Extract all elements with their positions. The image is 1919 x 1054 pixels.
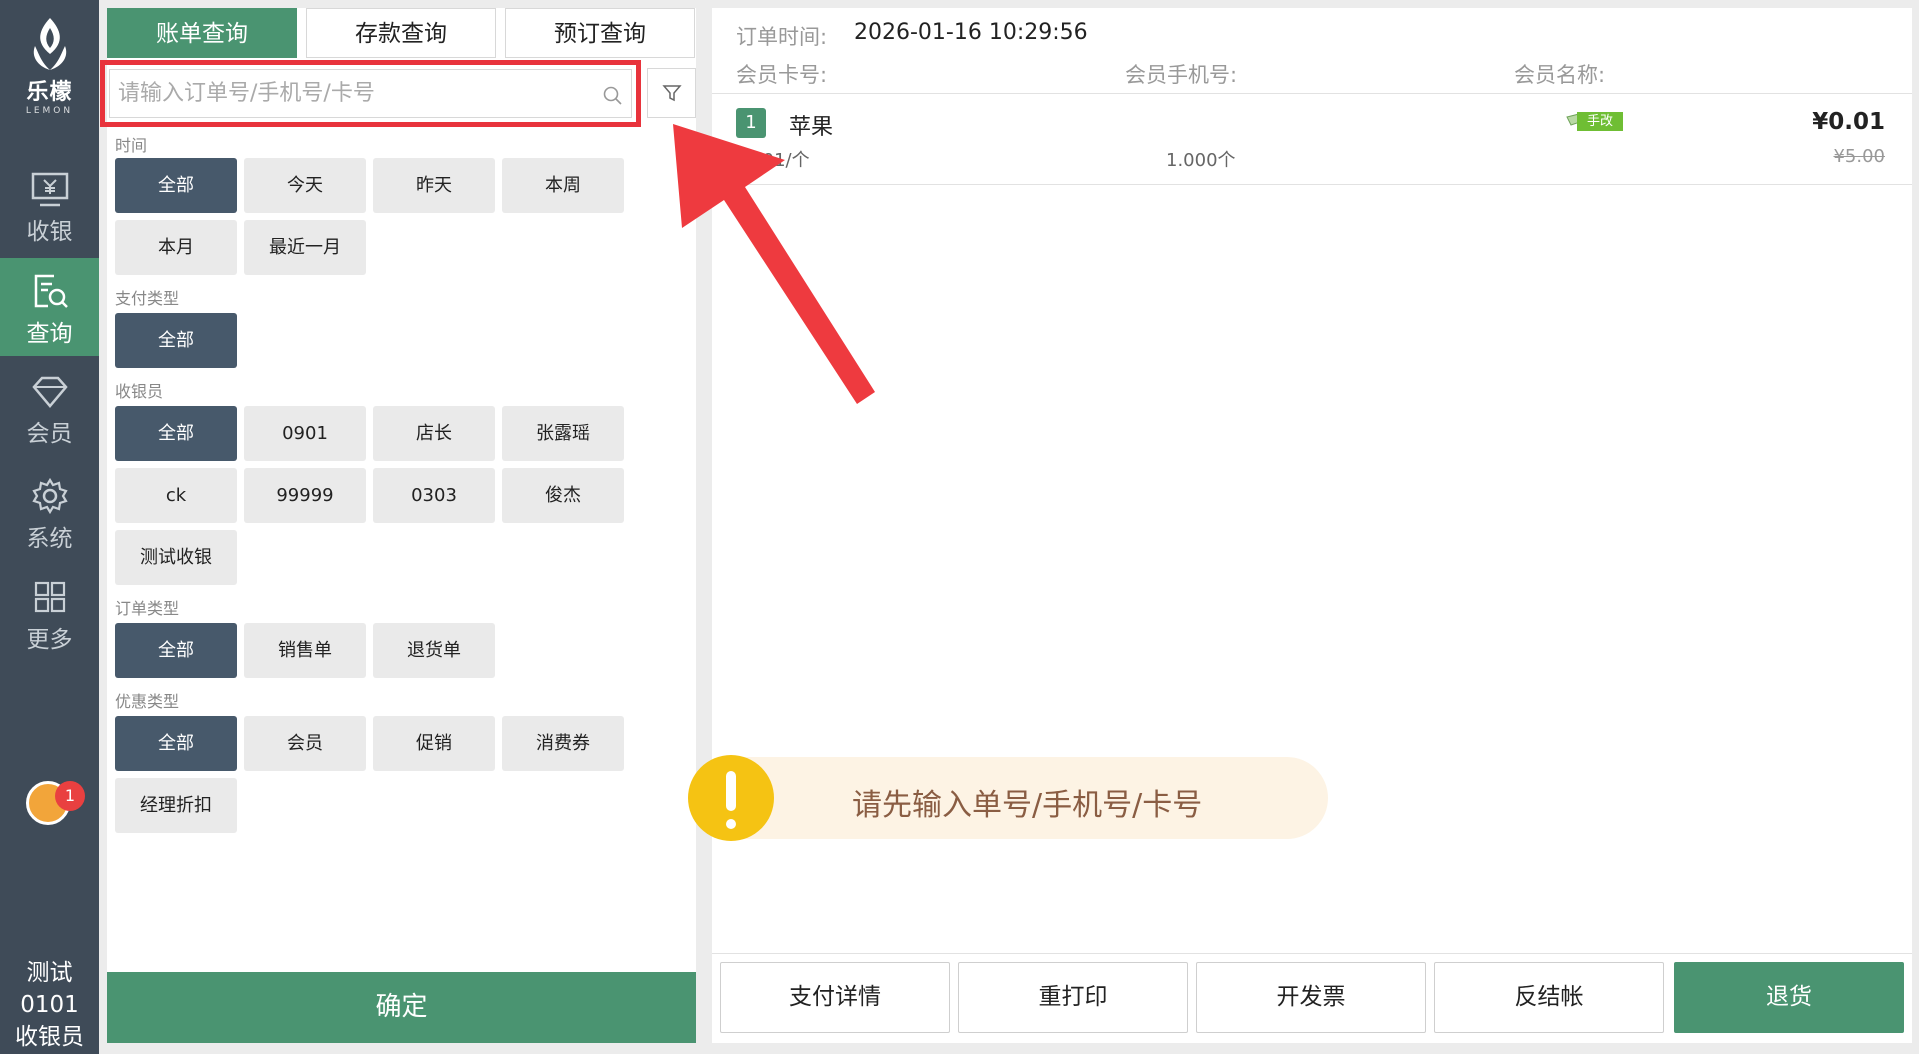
manual-edit-tag: 手改	[1565, 110, 1623, 132]
pay-type-option[interactable]: 全部	[115, 313, 237, 368]
brand-sub: LEMON	[25, 106, 74, 116]
filter-panel: 账单查询 存款查询 预订查询 时间 全部 今天 昨天 本周 本月 最近一月 支付…	[100, 8, 696, 1043]
nav-query[interactable]: 查询	[0, 258, 99, 356]
query-document-icon	[34, 274, 68, 308]
order-time-label: 订单时间:	[736, 25, 828, 49]
tab-bill-query[interactable]: 账单查询	[107, 8, 297, 58]
notification-badge: 1	[55, 781, 85, 811]
search-highlight-box	[100, 60, 641, 127]
nav-member-label: 会员	[26, 421, 73, 447]
search-field	[109, 69, 632, 118]
nav-system[interactable]: 系统	[0, 463, 99, 561]
reprint-button[interactable]: 重打印	[958, 962, 1188, 1033]
time-option[interactable]: 本周	[502, 158, 624, 213]
manual-edit-label: 手改	[1577, 112, 1623, 131]
section-order-type-label: 订单类型	[115, 599, 180, 618]
search-input[interactable]	[118, 70, 588, 117]
discount-type-option[interactable]: 消费券	[502, 716, 624, 771]
item-index: 1	[736, 108, 766, 138]
tab-reservation-query[interactable]: 预订查询	[505, 8, 695, 58]
warning-toast-message: 请先输入单号/手机号/卡号	[852, 788, 1203, 823]
filter-button[interactable]	[647, 68, 696, 118]
item-unit-price: ¥0.01/个	[734, 150, 810, 171]
item-original-price: ¥5.00	[1833, 146, 1885, 167]
section-time-label: 时间	[115, 136, 148, 155]
user-role: 收银员	[15, 1024, 84, 1050]
item-quantity: 1.000个	[1166, 150, 1236, 171]
user-info: 测试0101 收银员	[0, 957, 99, 1053]
member-name-label: 会员名称:	[1514, 63, 1606, 87]
nav-member[interactable]: 会员	[0, 360, 99, 458]
time-option[interactable]: 全部	[115, 158, 237, 213]
cashier-option[interactable]: 张露瑶	[502, 406, 624, 461]
search-icon[interactable]	[603, 86, 623, 106]
brand-logo: 乐檬 LEMON	[0, 16, 99, 116]
query-tabs: 账单查询 存款查询 预订查询	[107, 8, 696, 58]
return-goods-button[interactable]: 退货	[1674, 962, 1904, 1033]
section-pay-type-label: 支付类型	[115, 289, 180, 308]
nav-cashier-label: 收银	[26, 219, 73, 245]
nav-cashier[interactable]: 收银	[0, 158, 99, 256]
lemon-logo-icon	[27, 16, 73, 72]
order-type-option[interactable]: 全部	[115, 623, 237, 678]
nav-query-label: 查询	[26, 321, 73, 347]
section-cashier-label: 收银员	[115, 382, 164, 401]
discount-type-option[interactable]: 全部	[115, 716, 237, 771]
item-price: ¥0.01	[1812, 109, 1885, 135]
time-option[interactable]: 昨天	[373, 158, 495, 213]
order-type-option[interactable]: 销售单	[244, 623, 366, 678]
member-card-label: 会员卡号:	[736, 63, 828, 87]
cashier-option[interactable]: 0901	[244, 406, 366, 461]
cashier-option[interactable]: 测试收银	[115, 530, 237, 585]
grid-icon	[34, 581, 65, 613]
cashier-option[interactable]: 99999	[244, 468, 366, 523]
confirm-button[interactable]: 确定	[107, 972, 696, 1043]
order-detail-panel: 订单时间: 2026-01-16 10:29:56 会员卡号: 会员手机号: 会…	[712, 8, 1912, 1043]
invoice-button[interactable]: 开发票	[1196, 962, 1426, 1033]
warning-icon	[688, 755, 774, 841]
payment-details-button[interactable]: 支付详情	[720, 962, 950, 1033]
section-discount-type-label: 优惠类型	[115, 692, 180, 711]
nav-more-label: 更多	[26, 627, 73, 653]
nav-more[interactable]: 更多	[0, 566, 99, 664]
discount-type-option[interactable]: 经理折扣	[115, 778, 237, 833]
funnel-icon	[661, 85, 682, 102]
discount-type-option[interactable]: 会员	[244, 716, 366, 771]
discount-type-option[interactable]: 促销	[373, 716, 495, 771]
gear-icon	[31, 477, 68, 515]
item-name: 苹果	[789, 115, 834, 140]
cashier-option[interactable]: 0303	[373, 468, 495, 523]
footer-divider	[712, 953, 1912, 954]
cashier-monitor-icon	[31, 172, 68, 207]
time-option[interactable]: 今天	[244, 158, 366, 213]
order-type-option[interactable]: 退货单	[373, 623, 495, 678]
cashier-option[interactable]: ck	[115, 468, 237, 523]
sidebar: 乐檬 LEMON 收银 查询 会员 系统 更多 1 测试0101 收银员	[0, 0, 99, 1054]
time-option[interactable]: 最近一月	[244, 220, 366, 275]
time-option[interactable]: 本月	[115, 220, 237, 275]
order-time-value: 2026-01-16 10:29:56	[854, 20, 1088, 45]
reverse-settlement-button[interactable]: 反结帐	[1434, 962, 1664, 1033]
tab-deposit-query[interactable]: 存款查询	[306, 8, 496, 58]
member-phone-label: 会员手机号:	[1125, 63, 1238, 87]
cashier-option[interactable]: 全部	[115, 406, 237, 461]
cashier-option[interactable]: 店长	[373, 406, 495, 461]
diamond-icon	[31, 376, 68, 408]
brand-name: 乐檬	[26, 80, 73, 105]
user-name: 测试0101	[20, 960, 79, 1018]
nav-system-label: 系统	[26, 526, 73, 552]
item-divider	[712, 184, 1912, 185]
cashier-option[interactable]: 俊杰	[502, 468, 624, 523]
header-divider	[712, 93, 1912, 94]
